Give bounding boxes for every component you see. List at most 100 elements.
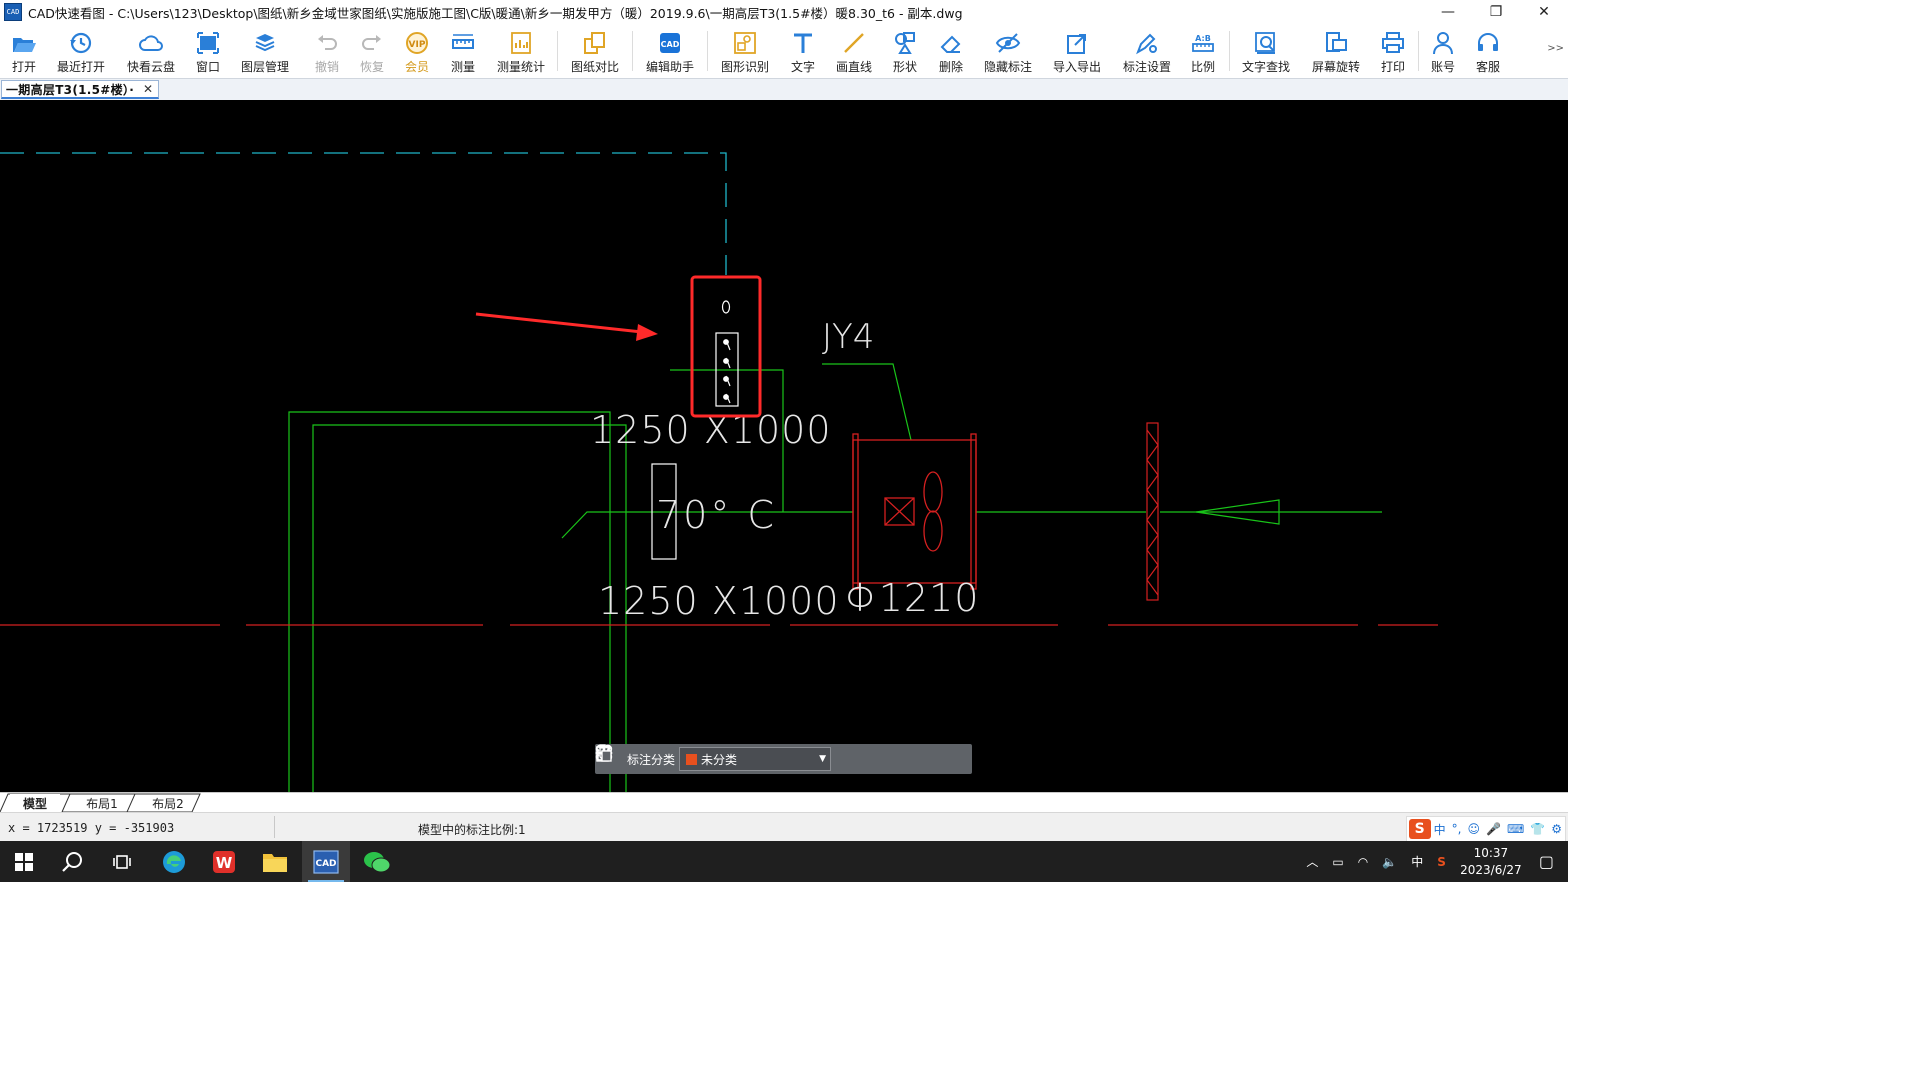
minimize-button[interactable]: —: [1424, 0, 1472, 24]
cad-app-icon: CAD: [313, 849, 339, 874]
toolbar-more-button[interactable]: >>: [1547, 43, 1564, 54]
document-tab[interactable]: 一期高层T3(1.5#楼）· ✕: [1, 80, 159, 99]
screen-rotate-button[interactable]: 屏幕旋转: [1309, 25, 1363, 77]
export-icon: [1067, 34, 1086, 54]
vip-badge-icon: VIP: [406, 32, 428, 54]
pen-gear-icon: [1136, 33, 1157, 55]
close-tab-icon[interactable]: ✕: [143, 82, 153, 96]
tab-layout2[interactable]: 布局2: [140, 794, 196, 812]
cad-app-button[interactable]: CAD: [302, 841, 350, 882]
status-bar: x = 1723519 y = -351903 模型中的标注比例:1 S 中 °…: [0, 812, 1568, 842]
ime-punctuation[interactable]: °,: [1452, 822, 1462, 836]
copy-icon[interactable]: [597, 744, 925, 774]
annotation-settings-button[interactable]: 标注设置: [1120, 25, 1174, 77]
text-search-button[interactable]: 文字查找: [1239, 25, 1293, 77]
hide-annotation-button[interactable]: 隐藏标注: [981, 25, 1035, 77]
paste-icon[interactable]: [596, 744, 955, 774]
print-button[interactable]: 打印: [1378, 25, 1408, 77]
wifi-icon[interactable]: ◠: [1358, 855, 1368, 869]
compare-button[interactable]: 图纸对比: [568, 25, 622, 77]
sogou-ime-icon[interactable]: S: [1408, 819, 1431, 839]
task-view-button[interactable]: [98, 841, 146, 882]
input-language[interactable]: 中: [1411, 853, 1423, 870]
start-button[interactable]: [0, 841, 48, 882]
restore-button[interactable]: ❐: [1472, 0, 1520, 24]
document-tab-bar: 一期高层T3(1.5#楼）· ✕: [0, 78, 1568, 101]
windows-logo-icon: [15, 852, 33, 871]
ime-chinese-mode[interactable]: 中: [1434, 821, 1446, 838]
redo-button[interactable]: 恢复: [357, 25, 387, 77]
ime-emoji-icon[interactable]: ☺: [1467, 822, 1480, 836]
measure-stats-button[interactable]: 测量统计: [494, 25, 548, 77]
edit-helper-button[interactable]: CAD 编辑助手: [643, 25, 697, 77]
file-explorer-button[interactable]: [251, 841, 299, 882]
annotation-category-label: 标注分类: [627, 752, 676, 767]
clock[interactable]: 10:37 2023/6/27: [1453, 845, 1529, 879]
toolbar-separator: [707, 31, 708, 71]
customer-service-button[interactable]: 客服: [1473, 25, 1503, 77]
text-tool-button[interactable]: 文字: [788, 25, 818, 77]
svg-text:A:B: A:B: [1195, 34, 1211, 43]
svg-text:W: W: [216, 854, 233, 872]
title-bar: CAD CAD快速看图 - C:\Users\123\Desktop\图纸\新乡…: [0, 0, 1568, 24]
status-separator: [274, 816, 275, 838]
shape-recognize-button[interactable]: 图形识别: [718, 25, 772, 77]
battery-icon[interactable]: ▭: [1332, 855, 1343, 869]
edit-note-icon[interactable]: [596, 744, 865, 774]
window-button[interactable]: 窗口: [193, 25, 223, 77]
recent-open-button[interactable]: 最近打开: [54, 25, 108, 77]
layout-tab-bar: 模型 布局1 布局2: [0, 792, 1568, 813]
hatched-wall: [1146, 422, 1159, 601]
windows-taskbar: W CAD ︿ ▭ ◠ 🔈 中 S 10:37 2023/6/27 ▢: [0, 841, 1568, 882]
volume-icon[interactable]: 🔈: [1382, 855, 1397, 869]
measure-button[interactable]: 测量: [448, 25, 478, 77]
history-clock-icon: [70, 32, 92, 54]
annotation-category-select[interactable]: 未分类 ▼: [679, 747, 832, 771]
toolbar-separator: [1418, 31, 1419, 71]
redo-icon: [362, 35, 381, 50]
fan-unit: [852, 433, 977, 590]
ime-toolbar[interactable]: S 中 °, ☺ 🎤 ⌨ 👕 ⚙: [1405, 816, 1566, 842]
drawing-canvas[interactable]: JY4 1250 X1000 70° C 1250 X1000 Φ1210 标注…: [0, 100, 1568, 792]
shape-button[interactable]: 形状: [890, 25, 920, 77]
search-text-icon: [1255, 32, 1275, 54]
cyan-dashed-pipe: [0, 152, 727, 275]
window-controls: — ❐ ✕: [1424, 0, 1568, 24]
tab-layout1[interactable]: 布局1: [74, 794, 130, 812]
folder-icon: [263, 853, 287, 872]
ratio-button[interactable]: A:B 比例: [1188, 25, 1218, 77]
annotation-toolbar: 标注分类 未分类 ▼: [595, 744, 972, 774]
vip-button[interactable]: VIP 会员: [402, 25, 432, 77]
tab-model[interactable]: 模型: [10, 794, 60, 812]
import-export-button[interactable]: 导入导出: [1050, 25, 1104, 77]
shape-recognize-icon: [734, 32, 756, 54]
wps-icon: W: [213, 850, 235, 873]
ime-voice-icon[interactable]: 🎤: [1486, 822, 1501, 836]
task-view-icon: [113, 854, 131, 869]
search-button[interactable]: [49, 841, 97, 882]
ime-keyboard-icon[interactable]: ⌨: [1507, 822, 1524, 836]
fan-diameter-label: Φ1210: [845, 576, 979, 620]
open-button[interactable]: 打开: [8, 25, 40, 77]
notification-icon[interactable]: ▢: [1539, 852, 1554, 871]
ime-settings-icon[interactable]: ⚙: [1551, 822, 1562, 836]
wps-button[interactable]: W: [200, 841, 248, 882]
rotate-screen-icon: [1326, 32, 1347, 52]
document-tab-label: 一期高层T3(1.5#楼）·: [6, 82, 135, 97]
account-button[interactable]: 账号: [1428, 25, 1458, 77]
draw-line-button[interactable]: 画直线: [834, 25, 874, 77]
undo-button[interactable]: 撤销: [312, 25, 342, 77]
close-button[interactable]: ✕: [1520, 0, 1568, 24]
chevron-up-icon[interactable]: ︿: [1306, 853, 1318, 870]
delete-button[interactable]: 删除: [936, 25, 966, 77]
wechat-button[interactable]: [353, 841, 401, 882]
ime-skin-icon[interactable]: 👕: [1530, 822, 1545, 836]
move-icon[interactable]: [595, 744, 895, 774]
sogou-tray-icon[interactable]: S: [1437, 855, 1446, 869]
line-icon: [844, 33, 864, 53]
layer-manager-button[interactable]: 图层管理: [238, 25, 292, 77]
chevron-down-icon: ▼: [819, 754, 827, 764]
cloud-disk-button[interactable]: 快看云盘: [124, 25, 178, 77]
edge-browser-button[interactable]: [150, 841, 198, 882]
cad-edit-icon: CAD: [660, 33, 680, 53]
